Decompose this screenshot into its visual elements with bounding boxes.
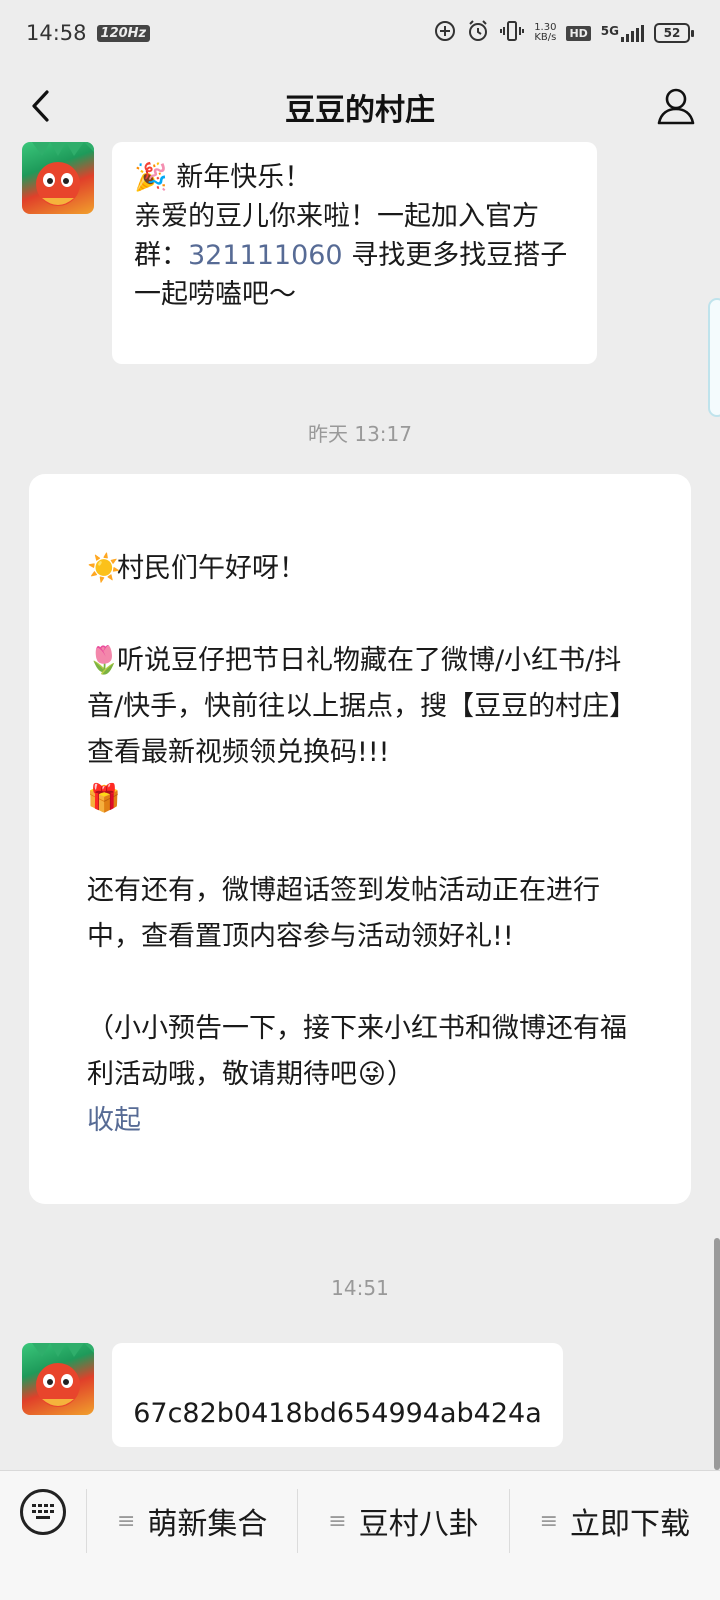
refresh-rate-badge: 120Hz [96,24,151,42]
chevron-left-icon[interactable] [22,86,62,126]
avatar[interactable] [22,142,94,214]
message-text: 67c82b0418bd654994ab424a [133,1398,542,1429]
menu-item-label: 豆村八卦 [358,1507,479,1542]
card-text: 村民们午好呀！ [117,553,306,584]
message-text: 寻找更多找豆搭子 [342,240,568,271]
card-paragraph: 还有还有，微博超话签到发帖活动正在进行中，查看置顶内容参与活动领好礼!! [87,875,600,952]
card-text: ） [387,1059,414,1090]
status-right: 1.30 KB/s HD 5G 52 [434,19,694,47]
wink-emoji-icon: 😜 [357,1059,387,1090]
status-left: 14:58 120Hz [26,21,151,45]
network-type: 5G [601,24,644,42]
page-title: 豆豆的村庄 [285,93,435,128]
status-bar: 14:58 120Hz 1.30 KB/s HD 5G 52 [0,0,720,66]
message-bubble[interactable]: 🎉 新年快乐！ 亲爱的豆儿你来啦！一起加入官方 群：321111060 寻找更多… [112,142,597,364]
message-text: 群： [134,240,188,271]
timestamp: 14:51 [331,1276,389,1300]
menu-item-newbie[interactable]: ≡ 萌新集合 [86,1489,297,1553]
net-speed-unit: KB/s [534,32,557,43]
menu-item-label: 立即下载 [570,1507,691,1542]
menu-lines-icon: ≡ [116,1508,136,1534]
card-greeting: ☀️村民们午好呀！ [87,546,633,592]
scrollbar[interactable] [714,1238,720,1470]
message-line: 亲爱的豆儿你来啦！一起加入官方 [134,201,539,232]
keyboard-toggle-button[interactable] [0,1489,86,1535]
tulip-icon: 🌷 [87,645,121,676]
signal-icon [621,24,644,42]
message-line: 一起唠嗑吧～ [134,279,296,310]
status-time: 14:58 [26,21,87,45]
menu-item-download[interactable]: ≡ 立即下载 [508,1489,720,1553]
person-icon[interactable] [654,84,698,128]
menu-item-gossip[interactable]: ≡ 豆村八卦 [297,1489,508,1553]
network-type-label: 5G [600,24,619,38]
message-line: 群：321111060 寻找更多找豆搭子 [134,236,575,275]
party-icon: 🎉 [134,162,168,193]
sun-icon: ☀️ [87,553,121,584]
bottom-menu-bar: ≡ 萌新集合 ≡ 豆村八卦 ≡ 立即下载 [0,1470,720,1600]
menu-item-label: 萌新集合 [147,1507,268,1542]
add-circle-icon [434,20,456,46]
message-text: 新年快乐！ [176,162,312,193]
alarm-icon [466,19,490,47]
net-speed: 1.30 KB/s [534,23,556,43]
card-paragraph: （小小预告一下，接下来小红书和微博还有福利活动哦，敬请期待吧😜） [87,1006,633,1098]
keyboard-icon [20,1489,66,1535]
avatar[interactable] [22,1343,94,1415]
card-paragraph: 🌷听说豆仔把节日礼物藏在了微博/小红书/抖音/快手，快前往以上据点，搜【豆豆的村… [87,638,633,822]
vibrate-icon [500,19,525,47]
battery-level: 52 [654,23,690,43]
hd-badge: HD [566,25,591,41]
collapse-link[interactable]: 收起 [87,1098,633,1144]
battery-icon: 52 [654,23,694,43]
menu-lines-icon: ≡ [328,1508,347,1534]
timestamp: 昨天 13:17 [308,422,412,446]
card-text: 听说豆仔把节日礼物藏在了微博/小红书/抖音/快手，快前往以上据点，搜【豆豆的村庄… [87,645,623,768]
nav-bar: 豆豆的村庄 [0,66,720,148]
gift-icon: 🎁 [87,783,121,814]
message-bubble[interactable]: 67c82b0418bd654994ab424a [112,1343,563,1447]
announcement-card[interactable]: ☀️村民们午好呀！ 🌷听说豆仔把节日礼物藏在了微博/小红书/抖音/快手，快前往以… [29,474,691,1204]
message-line: 🎉 新年快乐！ [134,158,575,197]
menu-lines-icon: ≡ [539,1508,559,1534]
group-number-link[interactable]: 321111060 [188,240,343,271]
floating-side-tab[interactable] [708,298,720,417]
